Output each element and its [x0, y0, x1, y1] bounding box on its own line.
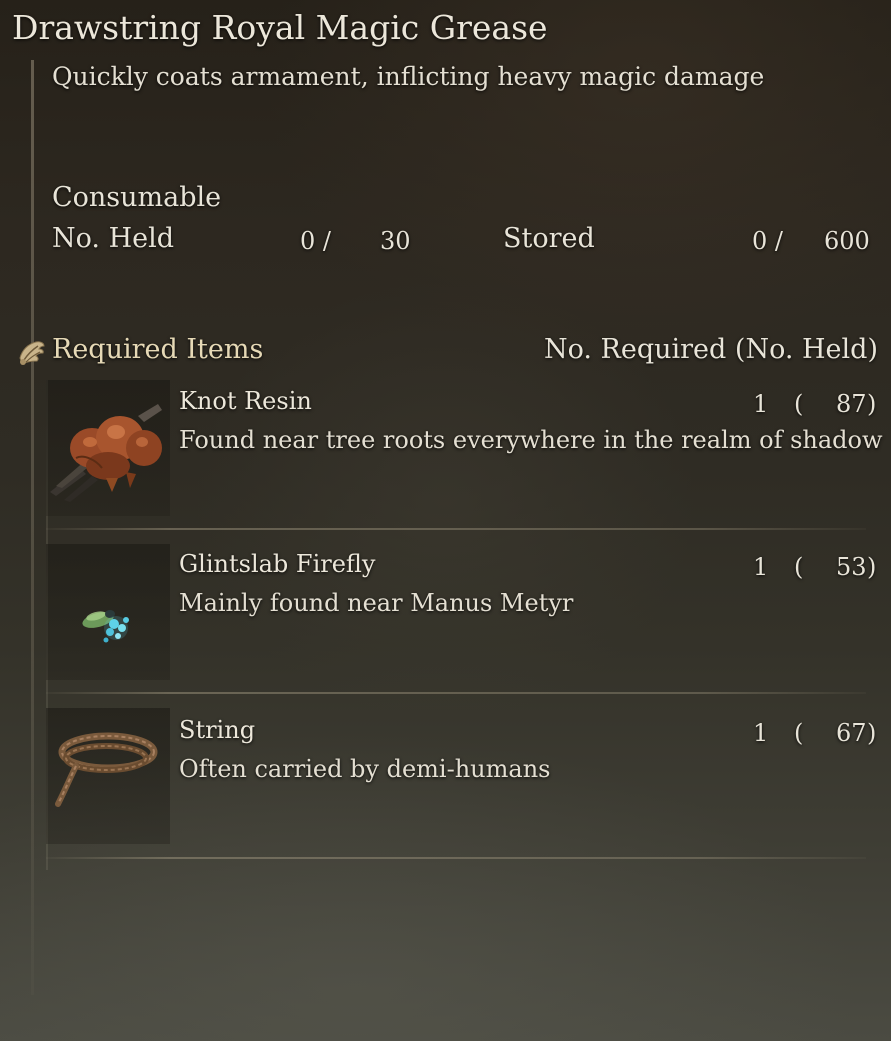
stored-label: Stored	[503, 223, 595, 254]
required-count: 1	[753, 719, 769, 747]
required-count-header: No. Required (No. Held)	[543, 334, 878, 365]
item-divider	[46, 692, 866, 694]
held-label: No. Held	[52, 223, 175, 254]
open-paren: (	[794, 390, 804, 418]
open-paren: (	[794, 719, 804, 747]
held-count: 67	[836, 719, 867, 747]
knot-resin-icon	[46, 380, 170, 516]
item-name: Glintslab Firefly	[179, 550, 376, 578]
item-name: String	[179, 716, 256, 744]
open-paren: (	[794, 553, 804, 581]
close-paren: )	[867, 719, 877, 747]
item-description: Mainly found near Manus Metyr	[179, 589, 574, 617]
item-divider	[46, 528, 866, 530]
held-count: 0 /	[300, 227, 331, 255]
item-name: Knot Resin	[179, 387, 312, 415]
required-count: 1	[753, 553, 769, 581]
held-max: 30	[380, 227, 411, 255]
held-count: 87	[836, 390, 867, 418]
item-divider	[46, 857, 866, 859]
held-count: 53	[836, 553, 867, 581]
crafting-hand-icon	[16, 334, 48, 368]
left-frame-line	[31, 60, 34, 995]
stored-max: 600	[824, 227, 870, 255]
item-description: Often carried by demi-humans	[179, 755, 551, 783]
stored-count: 0 /	[752, 227, 783, 255]
close-paren: )	[867, 553, 877, 581]
required-count: 1	[753, 390, 769, 418]
close-paren: )	[867, 390, 877, 418]
string-coil-icon	[46, 708, 170, 844]
glintslab-firefly-icon	[46, 544, 170, 680]
required-items-label: Required Items	[52, 334, 264, 365]
item-description: Quickly coats armament, inflicting heavy…	[52, 62, 765, 91]
item-title: Drawstring Royal Magic Grease	[12, 8, 548, 47]
item-category: Consumable	[52, 182, 222, 213]
item-description: Found near tree roots everywhere in the …	[179, 426, 883, 454]
